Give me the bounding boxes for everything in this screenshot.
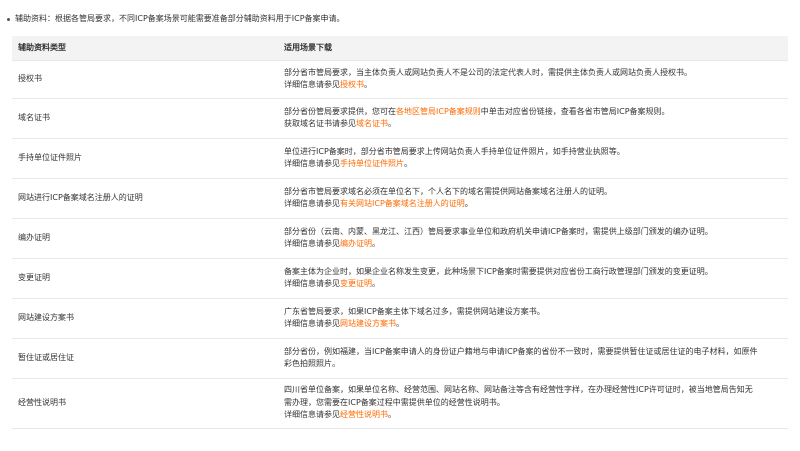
- description-line: 获取域名证书请参见域名证书。: [284, 118, 778, 131]
- table-row: 变更证明 备案主体为企业时，如果企业名称发生变更，此种场景下ICP备案时需要提供对…: [12, 258, 788, 299]
- description-text: 部分省市管局要求，当主体负责人或网站负责人不是公司的法定代表人时，需提供主体负责…: [284, 67, 692, 77]
- description-text: 详细信息请参见: [284, 410, 340, 420]
- table-row: 手持单位证件照片 单位进行ICP备案时，部分省市管局要求上传网站负责人手持单位证件…: [12, 138, 788, 179]
- description-text: 部分省份（云南、内蒙、黑龙江、江西）管局要求事业单位和政府机关申请ICP备案时，…: [284, 226, 713, 236]
- column-header-scenario: 适用场景下载: [274, 36, 788, 61]
- description-line: 单位进行ICP备案时，部分省市管局要求上传网站负责人手持单位证件照片，如手持营业…: [284, 146, 778, 159]
- reference-link[interactable]: 编办证明: [340, 239, 372, 248]
- description-line: 彩色拍照照片。: [284, 358, 778, 371]
- description-text: 部分省市管局要求域名必须在单位名下，个人名下的域名需提供网站备案域名注册人的证明…: [284, 186, 612, 196]
- description-text: 单位进行ICP备案时，部分省市管局要求上传网站负责人手持单位证件照片，如手持营业…: [284, 146, 625, 156]
- description-text: 详细信息请参见: [284, 279, 340, 288]
- reference-link[interactable]: 变更证明: [340, 279, 372, 288]
- scenario-description-cell: 单位进行ICP备案时，部分省市管局要求上传网站负责人手持单位证件照片，如手持营业…: [274, 138, 788, 179]
- material-type-cell: 暂住证或居住证: [12, 338, 274, 379]
- reference-link[interactable]: 各地区管局ICP备案规则: [396, 107, 481, 116]
- description-text: 。: [404, 159, 412, 168]
- table-row: 网站进行ICP备案域名注册人的证明 部分省市管局要求域名必须在单位名下，个人名下的…: [12, 178, 788, 219]
- reference-link[interactable]: 域名证书: [356, 119, 388, 128]
- reference-link[interactable]: 经营性说明书: [340, 410, 388, 419]
- table-row: 暂住证或居住证 部分省份，例如福建，当ICP备案申请人的身份证户籍地与申请ICP备…: [12, 338, 788, 379]
- reference-link[interactable]: 网站建设方案书: [340, 319, 396, 328]
- description-line: 部分省份管局要求提供，您可在各地区管局ICP备案规则中单击对应省份链接，查看各省…: [284, 106, 778, 119]
- scenario-description-cell: 部分省份，例如福建，当ICP备案申请人的身份证户籍地与申请ICP备案的省份不一致…: [274, 338, 788, 379]
- description-text: 详细信息请参见: [284, 319, 340, 328]
- material-type-cell: 授权书: [12, 60, 274, 99]
- description-line: 详细信息请参见手持单位证件照片。: [284, 158, 778, 171]
- table-row: 编办证明 部分省份（云南、内蒙、黑龙江、江西）管局要求事业单位和政府机关申请ICP…: [12, 218, 788, 259]
- description-text: 四川省单位备案，如果单位名称、经营范围、网站名称、网站备注等含有经营性字样，在办…: [284, 385, 753, 395]
- description-text: 详细信息请参见: [284, 199, 340, 208]
- material-type-cell: 网站进行ICP备案域名注册人的证明: [12, 178, 274, 219]
- auxiliary-materials-table: 辅助资料类型 适用场景下载 授权书 部分省市管局要求，当主体负责人或网站负责人不是…: [12, 36, 788, 429]
- description-line: 部分省市管局要求，当主体负责人或网站负责人不是公司的法定代表人时，需提供主体负责…: [284, 67, 778, 80]
- description-text: 。: [464, 199, 473, 208]
- description-text: 彩色拍照照片。: [284, 359, 340, 368]
- description-line: 广东省管局要求，如果ICP备案主体下域名过多，需提供网站建设方案书。: [284, 306, 778, 319]
- description-line: 详细信息请参见经营性说明书。: [284, 409, 778, 422]
- description-text: 广东省管局要求，如果ICP备案主体下域名过多，需提供网站建设方案书。: [284, 306, 545, 316]
- material-type-cell: 域名证书: [12, 98, 274, 139]
- scenario-description-cell: 广东省管局要求，如果ICP备案主体下域名过多，需提供网站建设方案书。 详细信息请参…: [274, 298, 788, 339]
- table-row: 网站建设方案书 广东省管局要求，如果ICP备案主体下域名过多，需提供网站建设方案书…: [12, 298, 788, 339]
- reference-link[interactable]: 授权书: [340, 80, 364, 89]
- description-line: 四川省单位备案，如果单位名称、经营范围、网站名称、网站备注等含有经营性字样，在办…: [284, 384, 778, 397]
- description-text: 。: [396, 319, 404, 328]
- description-text: 需办理，您需要在ICP备案过程中需提供单位的经营性说明书。: [284, 397, 505, 407]
- scenario-description-cell: 备案主体为企业时，如果企业名称发生变更，此种场景下ICP备案时需要提供对应省份工…: [274, 258, 788, 299]
- material-type-cell: 网站建设方案书: [12, 298, 274, 339]
- intro-paragraph: 辅助资料：根据各管局要求，不同ICP备案场景可能需要准备部分辅助资料用于ICP备…: [6, 12, 786, 26]
- description-text: 详细信息请参见: [284, 159, 340, 168]
- description-text: 详细信息请参见: [284, 80, 340, 89]
- material-type-cell: 变更证明: [12, 258, 274, 299]
- table-row: 经营性说明书 四川省单位备案，如果单位名称、经营范围、网站名称、网站备注等含有经营…: [12, 378, 788, 429]
- reference-link[interactable]: 手持单位证件照片: [340, 159, 404, 168]
- description-text: 中单击对应省份链接，查看各省市管局ICP备案规则。: [480, 106, 670, 116]
- table-body: 授权书 部分省市管局要求，当主体负责人或网站负责人不是公司的法定代表人时，需提供主…: [12, 60, 788, 429]
- scenario-description-cell: 部分省市管局要求域名必须在单位名下，个人名下的域名需提供网站备案域名注册人的证明…: [274, 178, 788, 219]
- description-line: 详细信息请参见网站建设方案书。: [284, 318, 778, 331]
- material-type-cell: 经营性说明书: [12, 378, 274, 429]
- description-text: 。: [372, 279, 380, 288]
- description-line: 详细信息请参见变更证明。: [284, 278, 778, 291]
- description-text: 。: [372, 239, 380, 248]
- reference-link[interactable]: 有关网站ICP备案域名注册人的证明: [340, 199, 465, 208]
- table-header-row: 辅助资料类型 适用场景下载: [12, 36, 788, 61]
- description-line: 部分省份，例如福建，当ICP备案申请人的身份证户籍地与申请ICP备案的省份不一致…: [284, 346, 778, 359]
- scenario-description-cell: 部分省份管局要求提供，您可在各地区管局ICP备案规则中单击对应省份链接，查看各省…: [274, 98, 788, 139]
- bullet-icon: [7, 17, 10, 21]
- description-text: 部分省份，例如福建，当ICP备案申请人的身份证户籍地与申请ICP备案的省份不一致…: [284, 346, 758, 356]
- description-line: 详细信息请参见有关网站ICP备案域名注册人的证明。: [284, 198, 778, 211]
- description-line: 备案主体为企业时，如果企业名称发生变更，此种场景下ICP备案时需要提供对应省份工…: [284, 266, 778, 279]
- description-text: 。: [364, 80, 372, 89]
- description-text: 详细信息请参见: [284, 239, 340, 248]
- intro-text: 辅助资料：根据各管局要求，不同ICP备案场景可能需要准备部分辅助资料用于ICP备…: [15, 14, 345, 23]
- description-line: 部分省份（云南、内蒙、黑龙江、江西）管局要求事业单位和政府机关申请ICP备案时，…: [284, 226, 778, 239]
- description-line: 部分省市管局要求域名必须在单位名下，个人名下的域名需提供网站备案域名注册人的证明…: [284, 186, 778, 199]
- description-text: 部分省份管局要求提供，您可在: [284, 106, 396, 116]
- scenario-description-cell: 四川省单位备案，如果单位名称、经营范围、网站名称、网站备注等含有经营性字样，在办…: [274, 378, 788, 429]
- table-row: 授权书 部分省市管局要求，当主体负责人或网站负责人不是公司的法定代表人时，需提供主…: [12, 60, 788, 99]
- column-header-type: 辅助资料类型: [12, 36, 274, 61]
- material-type-cell: 手持单位证件照片: [12, 138, 274, 179]
- scenario-description-cell: 部分省份（云南、内蒙、黑龙江、江西）管局要求事业单位和政府机关申请ICP备案时，…: [274, 218, 788, 259]
- description-text: 备案主体为企业时，如果企业名称发生变更，此种场景下ICP备案时需要提供对应省份工…: [284, 266, 713, 276]
- description-line: 详细信息请参见授权书。: [284, 79, 778, 92]
- table-row: 域名证书 部分省份管局要求提供，您可在各地区管局ICP备案规则中单击对应省份链接，…: [12, 98, 788, 139]
- description-text: 。: [388, 410, 396, 420]
- description-text: 获取域名证书请参见: [284, 119, 356, 128]
- material-type-cell: 编办证明: [12, 218, 274, 259]
- scenario-description-cell: 部分省市管局要求，当主体负责人或网站负责人不是公司的法定代表人时，需提供主体负责…: [274, 60, 788, 99]
- description-line: 详细信息请参见编办证明。: [284, 238, 778, 251]
- description-line: 需办理，您需要在ICP备案过程中需提供单位的经营性说明书。: [284, 397, 778, 410]
- description-text: 。: [388, 119, 396, 128]
